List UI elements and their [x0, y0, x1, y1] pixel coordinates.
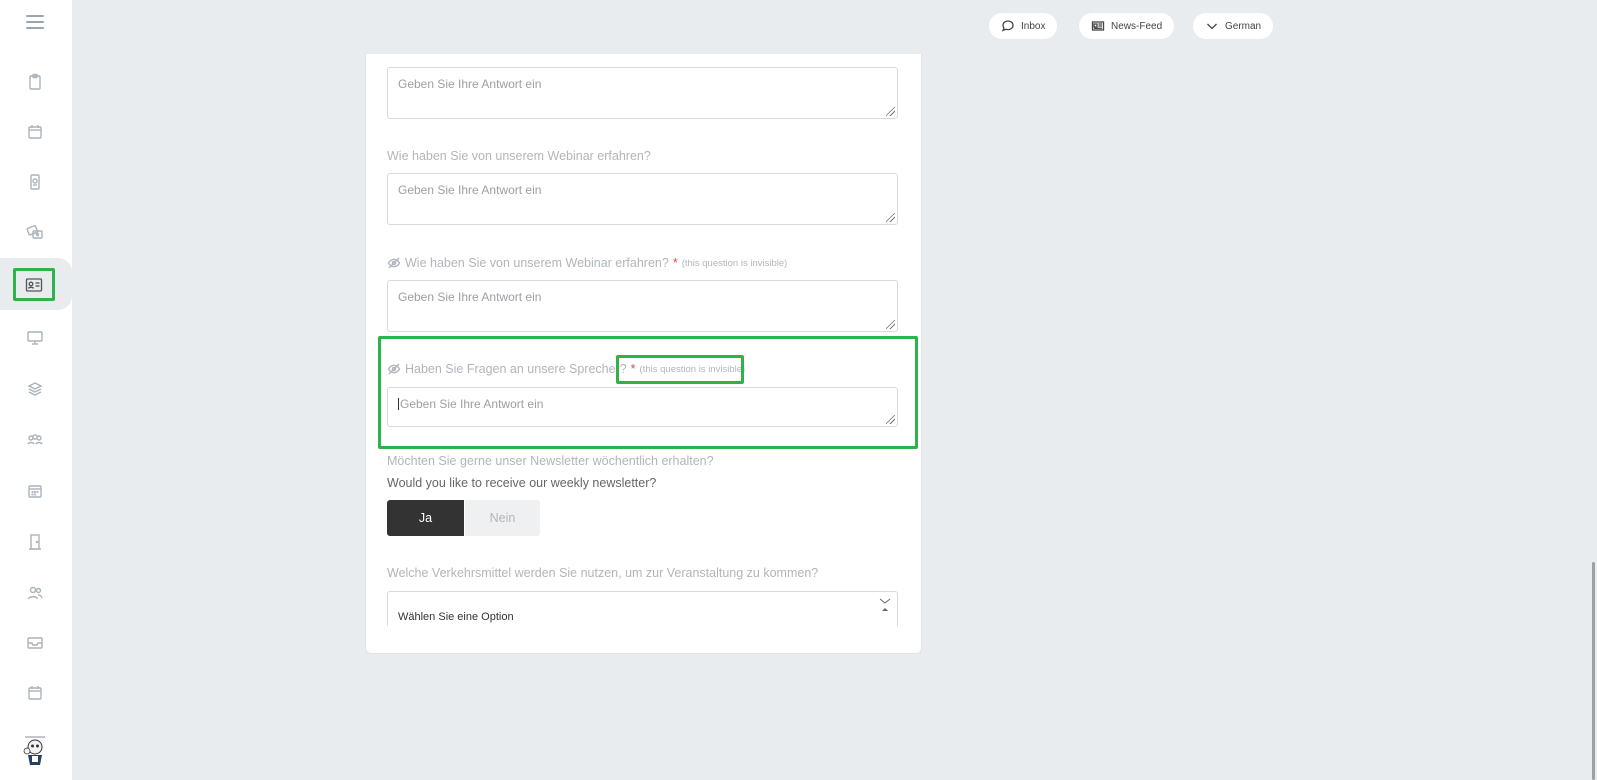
tickets-icon[interactable] — [22, 219, 48, 245]
newsletter-question-de: Möchten Sie gerne unser Newsletter wöche… — [387, 454, 714, 468]
chevron-down-icon — [879, 598, 891, 611]
language-selector[interactable]: German — [1193, 13, 1274, 39]
highlight-question-block — [378, 336, 918, 449]
users-icon[interactable] — [22, 580, 48, 606]
resize-handle[interactable] — [886, 107, 895, 116]
answer-placeholder: Geben Sie Ihre Antwort ein — [398, 183, 542, 197]
resize-handle[interactable] — [886, 320, 895, 329]
mascot-icon — [23, 736, 45, 765]
transport-question-label: Welche Verkehrsmittel werden Sie nutzen,… — [387, 566, 819, 580]
inbox-label: Inbox — [1021, 20, 1046, 32]
highlight-invisible-note — [616, 355, 744, 384]
inbox-tray-icon[interactable] — [22, 630, 48, 656]
answer-placeholder: Geben Sie Ihre Antwort ein — [398, 77, 542, 91]
select-value: Wählen Sie eine Option — [398, 611, 514, 623]
chat-bubble-icon — [1001, 20, 1014, 32]
top-bar: Inbox News-Feed German — [72, 0, 1597, 54]
answer-field-q2[interactable]: Geben Sie Ihre Antwort ein — [387, 173, 898, 225]
question-text: Wie haben Sie von unserem Webinar erfahr… — [405, 256, 669, 270]
badge-icon[interactable] — [22, 169, 48, 195]
answer-placeholder: Geben Sie Ihre Antwort ein — [398, 290, 542, 304]
sidebar-item-contact-card[interactable] — [13, 268, 55, 301]
newsletter-question-en: Would you like to receive our weekly new… — [387, 476, 657, 490]
contact-card-icon — [25, 277, 43, 292]
menu-icon[interactable] — [24, 12, 46, 32]
answer-field-q3[interactable]: Geben Sie Ihre Antwort ein — [387, 280, 898, 332]
newsletter-yes-button[interactable]: Ja — [387, 500, 464, 536]
newsletter-no-button[interactable]: Nein — [465, 500, 540, 536]
answer-field-q1[interactable]: Geben Sie Ihre Antwort ein — [387, 67, 898, 119]
scrollbar-thumb[interactable] — [1592, 562, 1595, 780]
door-icon[interactable] — [22, 529, 48, 555]
schedule-icon[interactable] — [22, 478, 48, 504]
chevron-down-icon — [1207, 23, 1217, 30]
question-label-webinar-source-invisible: Wie haben Sie von unserem Webinar erfahr… — [387, 256, 787, 270]
question-label-webinar-source: Wie haben Sie von unserem Webinar erfahr… — [387, 149, 651, 163]
required-asterisk: * — [672, 256, 678, 270]
monitor-icon[interactable] — [22, 325, 48, 351]
transport-select[interactable]: Wählen Sie eine Option — [387, 591, 898, 626]
invisible-note: (this question is invisible) — [681, 257, 788, 269]
group-icon[interactable] — [22, 427, 48, 453]
resize-handle[interactable] — [886, 213, 895, 222]
calendar-small-icon[interactable] — [22, 680, 48, 706]
language-label: German — [1225, 20, 1262, 32]
newsfeed-button[interactable]: News-Feed — [1079, 13, 1175, 39]
question-text: Wie haben Sie von unserem Webinar erfahr… — [387, 149, 651, 163]
inbox-button[interactable]: Inbox — [989, 13, 1058, 39]
clipboard-icon[interactable] — [22, 69, 48, 95]
eye-off-icon — [387, 257, 401, 269]
calendar-icon[interactable] — [22, 119, 48, 145]
newspaper-icon — [1091, 21, 1105, 31]
sidebar — [0, 0, 72, 780]
layers-icon[interactable] — [22, 376, 48, 402]
newsfeed-label: News-Feed — [1111, 20, 1163, 32]
